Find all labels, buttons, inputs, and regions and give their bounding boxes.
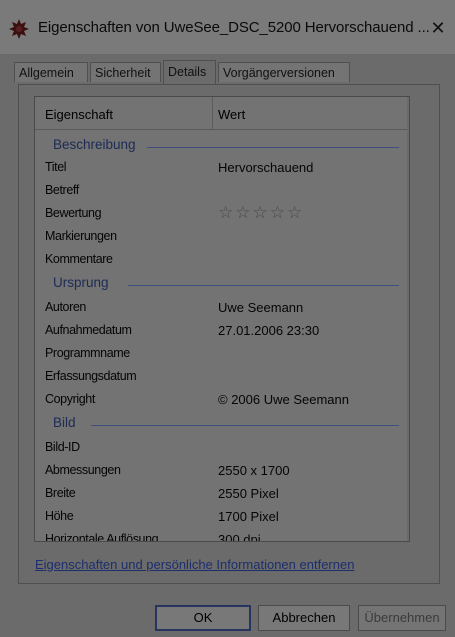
scroll-up-icon[interactable]: ▲ — [407, 103, 409, 119]
property-name: Autoren — [45, 300, 86, 314]
property-value[interactable]: 300 dpi — [218, 532, 261, 541]
list-item[interactable]: Horizontale Auflösung 300 dpi — [35, 529, 409, 542]
property-name: Betreff — [45, 183, 79, 197]
group-header-ursprung: Ursprung — [35, 275, 409, 295]
property-name: Markierungen — [45, 229, 117, 243]
property-value[interactable]: © 2006 Uwe Seemann — [218, 392, 349, 407]
property-name: Kommentare — [45, 252, 113, 266]
property-name: Titel — [45, 160, 67, 174]
list-item[interactable]: Aufnahmedatum 27.01.2006 23:30 — [35, 320, 409, 342]
cancel-button[interactable]: Abbrechen — [258, 605, 350, 631]
group-divider — [128, 285, 399, 286]
property-value[interactable]: 1700 Pixel — [218, 509, 279, 524]
group-divider — [91, 425, 399, 426]
list-item[interactable]: Bild-ID — [35, 437, 409, 459]
tab-details[interactable]: Details — [163, 60, 216, 84]
tab-vorgaengerversionen[interactable]: Vorgängerversionen — [218, 62, 350, 82]
list-item[interactable]: Erfassungsdatum — [35, 366, 409, 388]
list-item[interactable]: Markierungen — [35, 226, 409, 248]
property-name: Höhe — [45, 509, 74, 523]
group-label: Beschreibung — [53, 137, 136, 152]
column-header-property[interactable]: Eigenschaft — [45, 107, 113, 122]
list-item[interactable]: Programmname — [35, 343, 409, 365]
tab-allgemein[interactable]: Allgemein — [14, 62, 88, 82]
list-item[interactable]: Copyright © 2006 Uwe Seemann — [35, 389, 409, 411]
property-name: Programmname — [45, 346, 130, 360]
list-item[interactable]: Bewertung ☆☆☆☆☆ — [35, 203, 409, 225]
group-header-bild: Bild — [35, 415, 409, 435]
list-item[interactable]: Breite 2550 Pixel — [35, 483, 409, 505]
list-header: Eigenschaft Wert — [35, 97, 409, 130]
list-item[interactable]: Höhe 1700 Pixel — [35, 506, 409, 528]
property-value[interactable]: Uwe Seemann — [218, 300, 303, 315]
property-name: Copyright — [45, 392, 95, 406]
window-title: Eigenschaften von UweSee_DSC_5200 Hervor… — [38, 19, 430, 36]
property-list[interactable]: Eigenschaft Wert Beschreibung Titel Hervo… — [34, 96, 410, 542]
list-item[interactable]: Abmessungen 2550 x 1700 — [35, 460, 409, 482]
tab-sicherheit[interactable]: Sicherheit — [90, 62, 161, 82]
rating-stars[interactable]: ☆☆☆☆☆ — [218, 203, 304, 223]
property-name: Breite — [45, 486, 76, 500]
property-name: Horizontale Auflösung — [45, 532, 159, 542]
property-value[interactable]: 27.01.2006 23:30 — [218, 323, 319, 338]
scroll-down-icon[interactable]: ▼ — [407, 519, 409, 535]
property-name: Aufnahmedatum — [45, 323, 132, 337]
list-item[interactable]: Autoren Uwe Seemann — [35, 297, 409, 319]
remove-properties-link[interactable]: Eigenschaften und persönliche Informatio… — [35, 557, 354, 572]
title-bar: Eigenschaften von UweSee_DSC_5200 Hervor… — [0, 0, 455, 54]
property-value[interactable]: Hervorschauend — [218, 160, 313, 175]
property-value[interactable]: 2550 x 1700 — [218, 463, 290, 478]
list-item[interactable]: Kommentare — [35, 249, 409, 271]
column-header-value[interactable]: Wert — [218, 107, 245, 122]
property-name: Abmessungen — [45, 463, 121, 477]
properties-dialog: Eigenschaften von UweSee_DSC_5200 Hervor… — [0, 0, 455, 637]
list-item[interactable]: Betreff — [35, 180, 409, 202]
property-name: Bild-ID — [45, 440, 80, 454]
vertical-scrollbar[interactable]: ▲ ▼ — [407, 97, 410, 541]
property-name: Erfassungsdatum — [45, 369, 137, 383]
group-label: Bild — [53, 415, 76, 430]
image-file-icon — [9, 19, 29, 39]
group-label: Ursprung — [53, 275, 109, 290]
ok-button[interactable]: OK — [155, 605, 251, 631]
list-item[interactable]: Titel Hervorschauend — [35, 157, 409, 179]
column-divider[interactable] — [212, 97, 213, 129]
scroll-thumb[interactable] — [409, 121, 410, 221]
property-name: Bewertung — [45, 206, 102, 220]
apply-button[interactable]: Übernehmen — [358, 605, 446, 631]
close-button[interactable]: ✕ — [427, 15, 449, 41]
group-divider — [147, 147, 399, 148]
group-header-beschreibung: Beschreibung — [35, 137, 409, 157]
property-value[interactable]: 2550 Pixel — [218, 486, 279, 501]
